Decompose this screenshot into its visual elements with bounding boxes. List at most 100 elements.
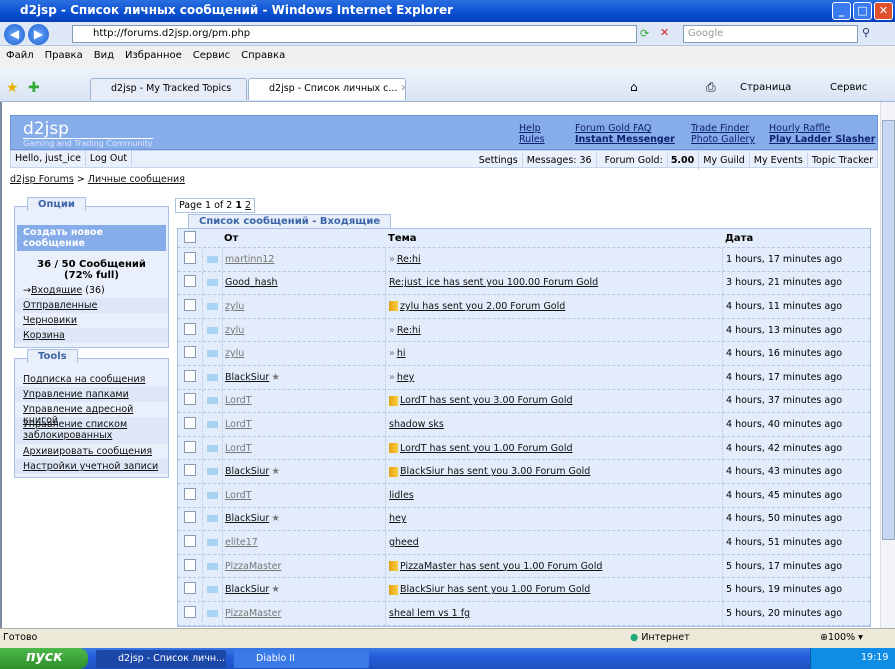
menu-edit[interactable]: Правка	[45, 50, 83, 61]
rules-link[interactable]: Rules	[519, 134, 545, 145]
subject-link[interactable]: hey	[389, 513, 407, 524]
row-checkbox[interactable]	[184, 275, 196, 288]
topic-tracker-link[interactable]: Topic Tracker	[808, 153, 877, 168]
sender-link[interactable]: BlackSiur	[225, 372, 269, 383]
subject-link[interactable]: LordT has sent you 1.00 Forum Gold	[400, 443, 573, 454]
menu-file[interactable]: Файл	[6, 50, 34, 61]
maximize-button[interactable]: □	[853, 2, 872, 20]
col-from[interactable]: От	[222, 229, 385, 247]
messages-link[interactable]: Messages: 36	[523, 153, 597, 168]
close-button[interactable]: ✕	[874, 2, 893, 20]
sender-link[interactable]: elite17	[225, 537, 258, 548]
minimize-button[interactable]: _	[832, 2, 851, 20]
url-input[interactable]: http://forums.d2jsp.org/pm.php	[72, 25, 637, 43]
menu-help[interactable]: Справка	[241, 50, 285, 61]
settings-link[interactable]: Settings	[475, 153, 523, 168]
stop-icon[interactable]: ✕	[660, 26, 669, 39]
sender-link[interactable]: BlackSiur	[225, 513, 269, 524]
sender-link[interactable]: BlackSiur	[225, 584, 269, 595]
row-checkbox[interactable]	[184, 534, 196, 547]
row-checkbox[interactable]	[184, 298, 196, 311]
tools-item[interactable]: Архивировать сообщения	[15, 444, 168, 459]
drafts-link[interactable]: Черновики	[15, 313, 168, 328]
subject-link[interactable]: Re:just_ice has sent you 100.00 Forum Go…	[389, 277, 598, 288]
gold-faq-link[interactable]: Forum Gold FAQ	[575, 123, 651, 134]
print-icon[interactable]: ⎙	[706, 80, 716, 95]
search-icon[interactable]: ⚲	[862, 26, 870, 39]
subject-link[interactable]: Re:hi	[397, 254, 421, 265]
home-icon[interactable]: ⌂	[630, 80, 638, 94]
search-input[interactable]: Google	[683, 25, 858, 43]
menu-tools[interactable]: Сервис	[193, 50, 230, 61]
close-tab-icon[interactable]: ✕	[401, 83, 406, 94]
row-checkbox[interactable]	[184, 251, 196, 264]
subject-link[interactable]: hi	[397, 348, 406, 359]
subject-link[interactable]: sheal lem vs 1 fg	[389, 608, 470, 619]
tools-item[interactable]: Управление папками	[15, 387, 168, 402]
sender-link[interactable]: zylu	[225, 325, 244, 336]
tools-menu[interactable]: Сервис	[830, 82, 867, 93]
subject-link[interactable]: shadow sks	[389, 419, 444, 430]
sent-link[interactable]: Отправленные	[15, 298, 168, 313]
sender-link[interactable]: LordT	[225, 443, 252, 454]
sender-link[interactable]: LordT	[225, 490, 252, 501]
trash-link[interactable]: Корзина	[15, 328, 168, 343]
menu-view[interactable]: Вид	[94, 50, 114, 61]
subject-link[interactable]: lidles	[389, 490, 414, 501]
create-message-button[interactable]: Создать новое сообщение	[17, 225, 166, 251]
row-checkbox[interactable]	[184, 487, 196, 500]
add-favorite-icon[interactable]: ✚	[28, 80, 40, 96]
vertical-scrollbar[interactable]	[880, 102, 895, 628]
col-subject[interactable]: Тема	[385, 229, 722, 247]
forward-button[interactable]: ▶	[28, 24, 49, 45]
row-checkbox[interactable]	[184, 393, 196, 406]
hourly-raffle-link[interactable]: Hourly Raffle	[769, 123, 830, 134]
tools-item[interactable]: Управление адресной книгой	[15, 402, 168, 426]
row-checkbox[interactable]	[184, 440, 196, 453]
sender-link[interactable]: martinn12	[225, 254, 274, 265]
my-events-link[interactable]: My Events	[750, 153, 808, 168]
col-date[interactable]: Дата	[722, 229, 870, 247]
tools-item[interactable]: Управление списком заблокированных	[15, 417, 168, 444]
row-checkbox[interactable]	[184, 416, 196, 429]
sender-link[interactable]: PizzaMaster	[225, 608, 281, 619]
subject-link[interactable]: hey	[397, 372, 415, 383]
refresh-icon[interactable]: ⟳	[640, 27, 649, 40]
taskbar-item-diablo[interactable]: Diablo II	[234, 650, 369, 668]
row-checkbox[interactable]	[184, 322, 196, 335]
row-checkbox[interactable]	[184, 558, 196, 571]
inbox-link[interactable]: →Входящие (36)	[15, 283, 168, 298]
menu-favorites[interactable]: Избранное	[125, 50, 182, 61]
zoom-level[interactable]: ⊕100% ▾	[820, 632, 863, 643]
page-menu[interactable]: Страница	[740, 82, 791, 93]
sender-link[interactable]: LordT	[225, 419, 252, 430]
help-link[interactable]: Help	[519, 123, 541, 134]
logout-link[interactable]: Log Out	[86, 151, 133, 166]
inbox-label[interactable]: Входящие	[31, 285, 82, 296]
start-button[interactable]: пуск	[0, 648, 88, 669]
taskbar-item-ie[interactable]: d2jsp - Список личн...	[96, 650, 226, 668]
select-all-checkbox[interactable]	[184, 230, 196, 243]
trade-finder-link[interactable]: Trade Finder	[691, 123, 749, 134]
subject-link[interactable]: LordT has sent you 3.00 Forum Gold	[400, 395, 573, 406]
breadcrumb-current[interactable]: Личные сообщения	[88, 174, 185, 185]
sender-link[interactable]: BlackSiur	[225, 466, 269, 477]
subject-link[interactable]: BlackSiur has sent you 1.00 Forum Gold	[400, 584, 590, 595]
sender-link[interactable]: zylu	[225, 348, 244, 359]
forum-gold[interactable]: Forum Gold: 5.00	[597, 151, 700, 170]
pager-next[interactable]: 2	[245, 200, 251, 211]
row-checkbox[interactable]	[184, 605, 196, 618]
tab-tracked-topics[interactable]: d2jsp - My Tracked Topics	[90, 78, 247, 100]
back-button[interactable]: ◀	[4, 24, 25, 45]
instant-messenger-link[interactable]: Instant Messenger	[575, 134, 675, 145]
row-checkbox[interactable]	[184, 369, 196, 382]
subject-link[interactable]: Re:hi	[397, 325, 421, 336]
favorites-star-icon[interactable]: ★	[6, 80, 19, 96]
row-checkbox[interactable]	[184, 464, 196, 477]
sender-link[interactable]: PizzaMaster	[225, 561, 281, 572]
row-checkbox[interactable]	[184, 511, 196, 524]
tab-pm[interactable]: d2jsp - Список личных с... ✕	[248, 78, 406, 100]
tools-item[interactable]: Настройки учетной записи	[15, 459, 168, 474]
tools-item[interactable]: Подписка на сообщения	[15, 372, 168, 387]
ladder-slasher-link[interactable]: Play Ladder Slasher	[769, 134, 875, 145]
